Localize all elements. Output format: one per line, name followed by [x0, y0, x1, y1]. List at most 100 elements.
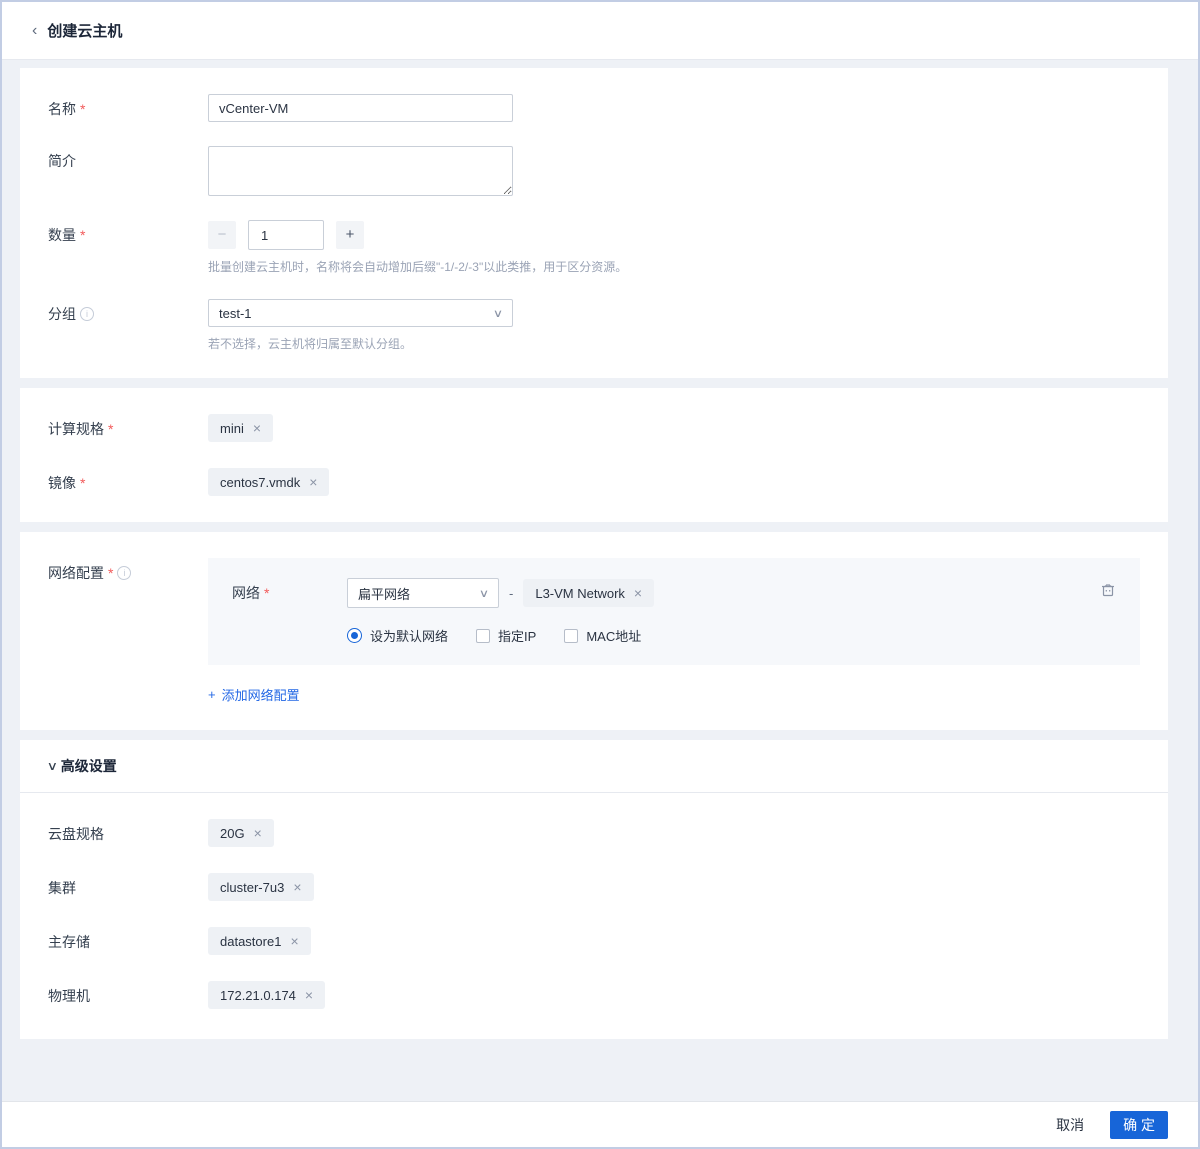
compute-spec-row: 计算规格 * mini × [48, 414, 1140, 442]
add-network-config-button[interactable]: + 添加网络配置 [208, 685, 300, 704]
cluster-label: 集群 [48, 873, 208, 898]
name-label: 名称 * [48, 94, 208, 119]
cluster-tag-label: cluster-7u3 [220, 880, 284, 895]
network-type-select[interactable]: 扁平网络 ∨ [347, 578, 499, 608]
name-row: 名称 * [48, 94, 1140, 122]
network-label: 网络 * [232, 583, 347, 603]
close-icon[interactable]: × [290, 934, 298, 948]
disk-spec-tag-label: 20G [220, 826, 245, 841]
primary-storage-label: 主存储 [48, 927, 208, 952]
content-spacer [2, 1049, 1198, 1101]
close-icon[interactable]: × [254, 826, 262, 840]
info-icon: i [80, 307, 94, 321]
group-select[interactable]: test-1 ∨ [208, 299, 513, 327]
physical-host-tag: 172.21.0.174 × [208, 981, 325, 1009]
spec-image-card: 计算规格 * mini × 镜像 * centos7.vmdk × [20, 388, 1168, 522]
network-panel: 网络 * 扁平网络 ∨ - L3-VM Network × [208, 558, 1140, 665]
network-tag-label: L3-VM Network [535, 586, 625, 601]
checkbox-unchecked-icon [476, 629, 490, 643]
description-textarea[interactable] [208, 146, 513, 196]
mac-address-label: MAC地址 [586, 626, 641, 645]
cluster-tag: cluster-7u3 × [208, 873, 314, 901]
primary-storage-row: 主存储 datastore1 × [48, 927, 1140, 955]
close-icon[interactable]: × [293, 880, 301, 894]
chevron-down-icon: ∨ [47, 759, 58, 773]
chevron-down-icon: ∨ [479, 587, 489, 600]
image-tag-label: centos7.vmdk [220, 475, 300, 490]
quantity-label: 数量 * [48, 220, 208, 245]
group-help-text: 若不选择，云主机将归属至默认分组。 [208, 335, 513, 352]
network-select-row: 网络 * 扁平网络 ∨ - L3-VM Network × [232, 578, 1116, 608]
close-icon[interactable]: × [309, 475, 317, 489]
image-tag: centos7.vmdk × [208, 468, 329, 496]
required-asterisk: * [80, 475, 85, 491]
network-type-value: 扁平网络 [358, 584, 410, 603]
plus-icon: + [208, 687, 216, 702]
info-icon: i [117, 566, 131, 580]
page-title: 创建云主机 [47, 20, 122, 41]
advanced-settings-card: ∨ 高级设置 云盘规格 20G × 集群 cluster-7u3 × 主存储 [20, 740, 1168, 1039]
group-row: 分组 i test-1 ∨ 若不选择，云主机将归属至默认分组。 [48, 299, 1140, 352]
group-select-value: test-1 [219, 306, 252, 321]
quantity-control: − + 批量创建云主机时，名称将会自动增加后缀"-1/-2/-3"以此类推，用于… [208, 220, 627, 275]
group-label: 分组 i [48, 299, 208, 324]
disk-spec-label: 云盘规格 [48, 819, 208, 844]
specify-ip-checkbox[interactable]: 指定IP [476, 626, 536, 645]
advanced-settings-toggle[interactable]: ∨ 高级设置 [20, 740, 1168, 793]
specify-ip-label: 指定IP [498, 626, 536, 645]
compute-spec-label: 计算规格 * [48, 414, 208, 439]
advanced-settings-body: 云盘规格 20G × 集群 cluster-7u3 × 主存储 datastor… [20, 793, 1168, 1039]
disk-spec-row: 云盘规格 20G × [48, 819, 1140, 847]
close-icon[interactable]: × [253, 421, 261, 435]
quantity-row: 数量 * − + 批量创建云主机时，名称将会自动增加后缀"-1/-2/-3"以此… [48, 220, 1140, 275]
cancel-button[interactable]: 取消 [1056, 1115, 1084, 1135]
physical-host-label: 物理机 [48, 981, 208, 1006]
network-config-label: 网络配置 * i [48, 558, 208, 583]
mac-address-checkbox[interactable]: MAC地址 [564, 626, 641, 645]
close-icon[interactable]: × [305, 988, 313, 1002]
required-asterisk: * [108, 565, 113, 581]
compute-spec-tag: mini × [208, 414, 273, 442]
network-config-row: 网络配置 * i 网络 * 扁平网络 ∨ - L3-VM Network × [48, 558, 1140, 665]
add-network-config-label: 添加网络配置 [222, 685, 300, 704]
required-asterisk: * [264, 585, 269, 601]
disk-spec-tag: 20G × [208, 819, 274, 847]
network-tag: L3-VM Network × [523, 579, 654, 607]
description-label: 简介 [48, 146, 208, 171]
physical-host-row: 物理机 172.21.0.174 × [48, 981, 1140, 1009]
quantity-plus-button[interactable]: + [336, 221, 364, 249]
cluster-row: 集群 cluster-7u3 × [48, 873, 1140, 901]
network-separator: - [509, 586, 513, 601]
compute-spec-tag-label: mini [220, 421, 244, 436]
default-network-radio[interactable]: 设为默认网络 [347, 626, 448, 645]
back-icon[interactable]: ‹ [32, 23, 37, 39]
trash-icon [1100, 582, 1116, 598]
quantity-minus-button[interactable]: − [208, 221, 236, 249]
delete-network-button[interactable] [1100, 582, 1116, 598]
page-header: ‹ 创建云主机 [2, 2, 1198, 60]
quantity-stepper: − + [208, 220, 627, 250]
advanced-settings-title: 高级设置 [61, 756, 117, 776]
description-row: 简介 [48, 146, 1140, 196]
primary-storage-tag: datastore1 × [208, 927, 311, 955]
page-footer: 取消 确 定 [2, 1101, 1198, 1147]
close-icon[interactable]: × [634, 586, 642, 600]
radio-selected-icon [347, 628, 362, 643]
quantity-help-text: 批量创建云主机时，名称将会自动增加后缀"-1/-2/-3"以此类推，用于区分资源… [208, 258, 627, 275]
name-input[interactable] [208, 94, 513, 122]
required-asterisk: * [108, 421, 113, 437]
checkbox-unchecked-icon [564, 629, 578, 643]
image-label: 镜像 * [48, 468, 208, 493]
physical-host-tag-label: 172.21.0.174 [220, 988, 296, 1003]
default-network-radio-label: 设为默认网络 [370, 626, 448, 645]
quantity-input[interactable] [248, 220, 324, 250]
confirm-button[interactable]: 确 定 [1110, 1111, 1168, 1139]
network-config-card: 网络配置 * i 网络 * 扁平网络 ∨ - L3-VM Network × [20, 532, 1168, 730]
required-asterisk: * [80, 101, 85, 117]
required-asterisk: * [80, 227, 85, 243]
network-options-row: 设为默认网络 指定IP MAC地址 [347, 626, 1116, 645]
group-control: test-1 ∨ 若不选择，云主机将归属至默认分组。 [208, 299, 513, 352]
image-row: 镜像 * centos7.vmdk × [48, 468, 1140, 496]
primary-storage-tag-label: datastore1 [220, 934, 281, 949]
basic-info-card: 名称 * 简介 数量 * − + 批量创建云主机时，名称将会自动增加后缀"-1/… [20, 68, 1168, 378]
